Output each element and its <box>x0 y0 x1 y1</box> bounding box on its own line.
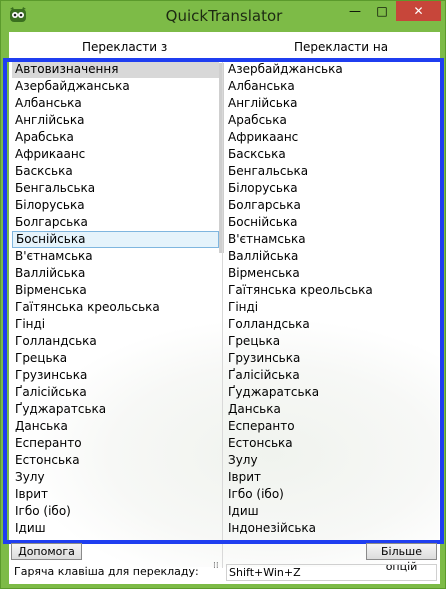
from_list-item[interactable]: Іврит <box>12 486 219 503</box>
from_list-item[interactable]: Автовизначення <box>12 61 219 78</box>
from-header: Перекласти з <box>82 40 168 54</box>
from_list-item[interactable]: Естонська <box>12 452 219 469</box>
from_list-item[interactable]: Африкаанс <box>12 146 219 163</box>
to_list-item[interactable]: Африкаанс <box>225 129 438 146</box>
from_list-item[interactable]: Голландська <box>12 333 219 350</box>
from_list-item[interactable]: Гаїтянська креольська <box>12 299 219 316</box>
from_list-item[interactable]: В'єтнамська <box>12 248 219 265</box>
client-area: Перекласти з Перекласти на Автовизначенн… <box>9 32 440 584</box>
minimize-button[interactable]: — <box>342 1 368 21</box>
list-divider <box>222 61 223 568</box>
from_list-item[interactable]: Ґалісійська <box>12 384 219 401</box>
source-language-list[interactable]: Автовизначення Азербайджанська Албанська Ан… <box>12 61 219 568</box>
from_list-item[interactable]: Боснійська <box>12 231 219 248</box>
maximize-button[interactable]: □ <box>369 1 395 21</box>
more-options-button[interactable]: Більше опцій <box>366 543 437 573</box>
close-button[interactable]: ✕ <box>396 1 441 21</box>
to_list-item[interactable]: Голландська <box>225 316 438 333</box>
to_list-item[interactable]: Арабська <box>225 112 438 129</box>
to_list-item[interactable]: Грузинська <box>225 350 438 367</box>
hotkey-input[interactable]: Shift+Win+Z <box>226 564 437 581</box>
to-header: Перекласти на <box>294 40 389 54</box>
from_list-item[interactable]: Ідиш <box>12 520 219 537</box>
to_list-item[interactable]: Ігбо (ібо) <box>225 486 438 503</box>
to_list-item[interactable]: Гінді <box>225 299 438 316</box>
from_list-item[interactable]: Валлійська <box>12 265 219 282</box>
app-window: QuickTranslator — □ ✕ Перекласти з Перек… <box>0 0 446 589</box>
to_list-item[interactable]: Іврит <box>225 469 438 486</box>
to_list-item[interactable]: В'єтнамська <box>225 231 438 248</box>
to_list-item[interactable]: Албанська <box>225 78 438 95</box>
from_list-item[interactable]: Грузинська <box>12 367 219 384</box>
to_list-item[interactable]: Азербайджанська <box>225 61 438 78</box>
to_list-item[interactable]: Грецька <box>225 333 438 350</box>
to_list-item[interactable]: Індонезійська <box>225 520 438 537</box>
help-button[interactable]: Допомога <box>11 543 82 560</box>
target-language-list[interactable]: Азербайджанська Албанська Англійська Арабсь… <box>225 61 438 568</box>
to_list-item[interactable]: Англійська <box>225 95 438 112</box>
resize-grip-icon[interactable]: ⁞⁞ <box>213 561 219 571</box>
hotkey-label: Гаряча клавіша для перекладу: <box>14 565 199 578</box>
to_list-item[interactable]: Ґуджаратська <box>225 384 438 401</box>
title-bar[interactable]: QuickTranslator — □ ✕ <box>1 1 446 31</box>
to_list-item[interactable]: Есперанто <box>225 418 438 435</box>
to_list-item[interactable]: Болгарська <box>225 197 438 214</box>
to_list-item[interactable]: Вірменська <box>225 265 438 282</box>
from_list-item[interactable]: Грецька <box>12 350 219 367</box>
from_list-item[interactable]: Гінді <box>12 316 219 333</box>
to_list-item[interactable]: Білоруська <box>225 180 438 197</box>
to_list-item[interactable]: Естонська <box>225 435 438 452</box>
to_list-item[interactable]: Ідиш <box>225 503 438 520</box>
to_list-item[interactable]: Ґалісійська <box>225 367 438 384</box>
to_list-item[interactable]: Данська <box>225 401 438 418</box>
to_list-item[interactable]: Валлійська <box>225 248 438 265</box>
from_list-item[interactable]: Данська <box>12 418 219 435</box>
from_list-item[interactable]: Білоруська <box>12 197 219 214</box>
from_list-item[interactable]: Баскська <box>12 163 219 180</box>
from_list-item[interactable]: Вірменська <box>12 282 219 299</box>
from_list-item[interactable]: Бенгальська <box>12 180 219 197</box>
to_list-item[interactable]: Боснійська <box>225 214 438 231</box>
from_list-item[interactable]: Албанська <box>12 95 219 112</box>
from_list-item[interactable]: Англійська <box>12 112 219 129</box>
to_list-item[interactable]: Бенгальська <box>225 163 438 180</box>
to_list-item[interactable]: Гаїтянська креольська <box>225 282 438 299</box>
from_list-item[interactable]: Зулу <box>12 469 219 486</box>
from_list-item[interactable]: Азербайджанська <box>12 78 219 95</box>
from_list-item[interactable]: Ґуджаратська <box>12 401 219 418</box>
to_list-item[interactable]: Баскська <box>225 146 438 163</box>
from_list-item[interactable]: Болгарська <box>12 214 219 231</box>
from_list-item[interactable]: Ігбо (ібо) <box>12 503 219 520</box>
to_list-item[interactable]: Зулу <box>225 452 438 469</box>
from_list-item[interactable]: Есперанто <box>12 435 219 452</box>
from_list-item[interactable]: Арабська <box>12 129 219 146</box>
